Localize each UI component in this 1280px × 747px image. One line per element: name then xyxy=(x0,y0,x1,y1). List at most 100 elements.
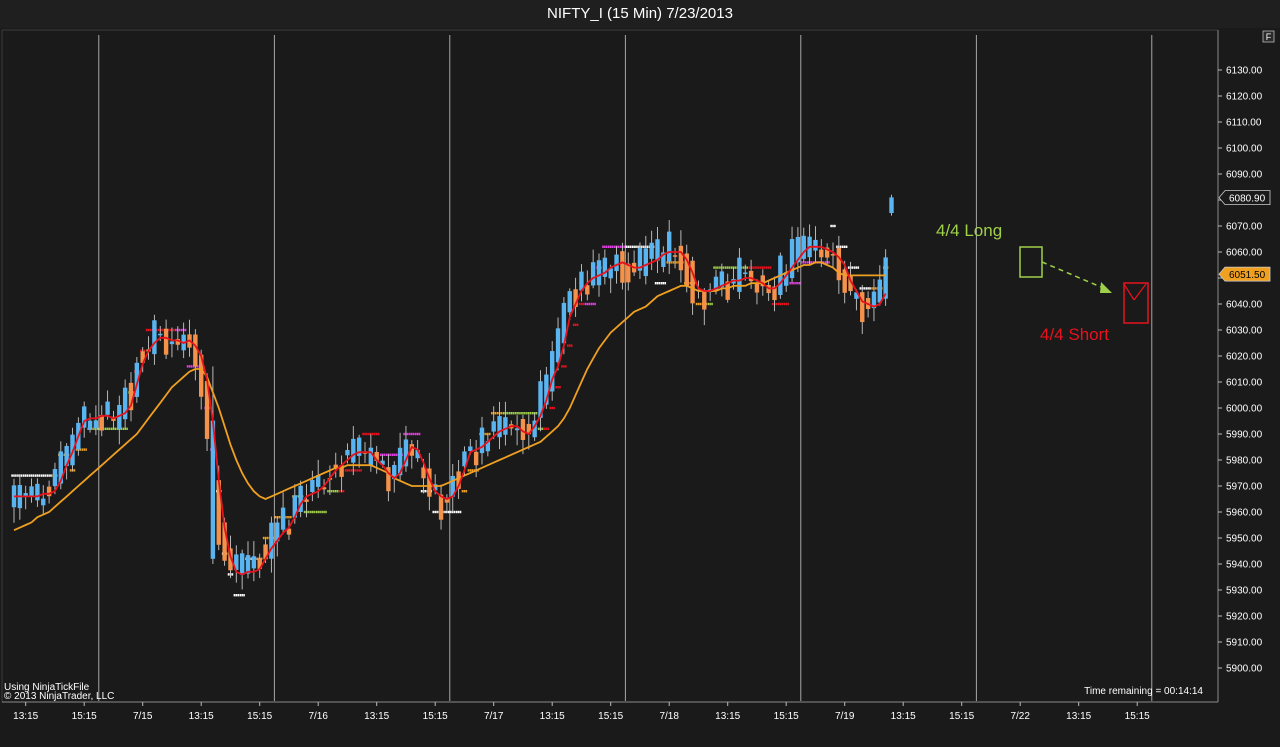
price-tick-label: 6030.00 xyxy=(1226,326,1263,337)
price-tick-label: 6040.00 xyxy=(1226,300,1263,311)
price-tick-label: 5970.00 xyxy=(1226,482,1263,493)
indicator-dot xyxy=(869,287,871,290)
bull-candle xyxy=(269,522,274,559)
indicator-dot xyxy=(590,302,593,306)
indicator-dot xyxy=(161,328,163,332)
indicator-dot xyxy=(719,266,721,269)
indicator-dot xyxy=(867,287,869,290)
indicator-dot xyxy=(734,266,737,269)
indicator-dot xyxy=(832,224,834,228)
indicator-dot xyxy=(453,510,456,514)
indicator-dot xyxy=(325,510,327,514)
bull-candle xyxy=(41,498,46,506)
indicator-dot xyxy=(463,490,466,493)
indicator-dot xyxy=(286,516,288,519)
indicator-dot xyxy=(625,245,628,248)
indicator-dot xyxy=(767,266,770,269)
indicator-dot xyxy=(266,536,269,540)
indicator-dot xyxy=(754,266,756,269)
indicator-dot xyxy=(695,302,698,306)
indicator-dot xyxy=(354,469,356,472)
indicator-dot xyxy=(377,432,380,436)
indicator-dot xyxy=(319,510,321,514)
indicator-dot xyxy=(379,453,382,456)
indicator-dot xyxy=(34,474,37,477)
price-tick-label: 6090.00 xyxy=(1226,170,1263,181)
indicator-dot xyxy=(697,302,700,306)
indicator-dot xyxy=(48,474,50,477)
indicator-dot xyxy=(578,302,581,306)
indicator-dot xyxy=(537,427,540,430)
indicator-dot xyxy=(491,412,493,415)
indicator-dot xyxy=(656,282,659,285)
indicator-dot xyxy=(609,245,612,248)
bear-candle xyxy=(836,247,842,281)
bear-candle xyxy=(193,334,198,367)
bull-candle xyxy=(52,468,58,487)
bear-candle xyxy=(754,282,760,293)
indicator-dot xyxy=(791,282,793,285)
indicator-dot xyxy=(843,245,846,248)
bull-candle xyxy=(643,248,648,277)
indicator-dot xyxy=(795,282,797,285)
price-tick-label: 6070.00 xyxy=(1226,222,1263,233)
indicator-dot xyxy=(635,245,637,248)
bull-candle xyxy=(93,420,99,429)
indicator-dot xyxy=(777,302,780,306)
indicator-dot xyxy=(461,490,464,493)
bull-candle xyxy=(889,197,894,213)
indicator-dot xyxy=(762,266,764,269)
indicator-dot xyxy=(549,406,552,410)
time-tick-label: 15:15 xyxy=(72,711,97,722)
indicator-dot xyxy=(450,510,452,514)
indicator-dot xyxy=(30,474,33,477)
indicator-dot xyxy=(553,406,555,410)
indicator-dot xyxy=(646,245,649,248)
price-tick-label: 5940.00 xyxy=(1226,560,1263,571)
price-tick-label: 5980.00 xyxy=(1226,456,1263,467)
indicator-dot xyxy=(512,412,514,415)
indicator-dot xyxy=(725,266,727,269)
bull-candle xyxy=(280,507,286,530)
price-tick-label: 6110.00 xyxy=(1226,118,1262,129)
time-tick-label: 15:15 xyxy=(247,711,272,722)
indicator-dot xyxy=(412,432,415,436)
indicator-dot xyxy=(758,266,760,269)
indicator-dot xyxy=(184,328,187,332)
corner-button[interactable]: F xyxy=(1262,30,1275,43)
indicator-dot xyxy=(855,266,858,269)
indicator-dot xyxy=(510,412,513,415)
time-tick-label: 13:15 xyxy=(189,711,214,722)
indicator-dot xyxy=(617,245,620,248)
indicator-dot xyxy=(157,328,160,332)
indicator-dot xyxy=(239,594,242,597)
corner-button-label[interactable]: F xyxy=(1266,32,1272,42)
indicator-dot xyxy=(85,448,87,451)
bull-candle xyxy=(743,272,748,274)
bull-candle xyxy=(479,427,485,454)
price-axis[interactable]: 5900.00 5910.00 5920.00 5930.00 5940.00 5950.… xyxy=(1217,30,1263,702)
time-tick-label: 13:15 xyxy=(540,711,565,722)
time-axis[interactable]: 13:15 15:15 7/15 13:15 15:15 7/16 13:15 15:15 7/… xyxy=(2,701,1218,722)
bull-candle xyxy=(310,479,315,493)
candlestick-chart[interactable]: 4/4 Long 4/4 Short 5900.00 5910.00 5920.00… xyxy=(0,0,1280,747)
indicator-dot xyxy=(20,474,23,477)
bull-candle xyxy=(351,438,356,463)
indicator-dot xyxy=(853,266,856,269)
price-tick-label: 6000.00 xyxy=(1226,404,1263,415)
indicator-dot xyxy=(586,302,589,306)
time-tick-label: 7/15 xyxy=(133,711,153,722)
indicator-dot xyxy=(420,490,423,493)
indicator-dot xyxy=(730,266,733,269)
indicator-dot xyxy=(42,474,45,477)
indicator-dot xyxy=(485,432,487,436)
indicator-dot xyxy=(576,323,579,326)
indicator-dot xyxy=(658,282,661,285)
indicator-dot xyxy=(865,287,867,290)
indicator-dot xyxy=(371,432,374,436)
bull-candle xyxy=(87,420,93,430)
bear-candle xyxy=(163,328,169,355)
copyright-note: © 2013 NinjaTrader, LLC xyxy=(4,691,114,702)
indicator-dot xyxy=(801,261,803,264)
plot-area[interactable] xyxy=(1,29,1219,703)
